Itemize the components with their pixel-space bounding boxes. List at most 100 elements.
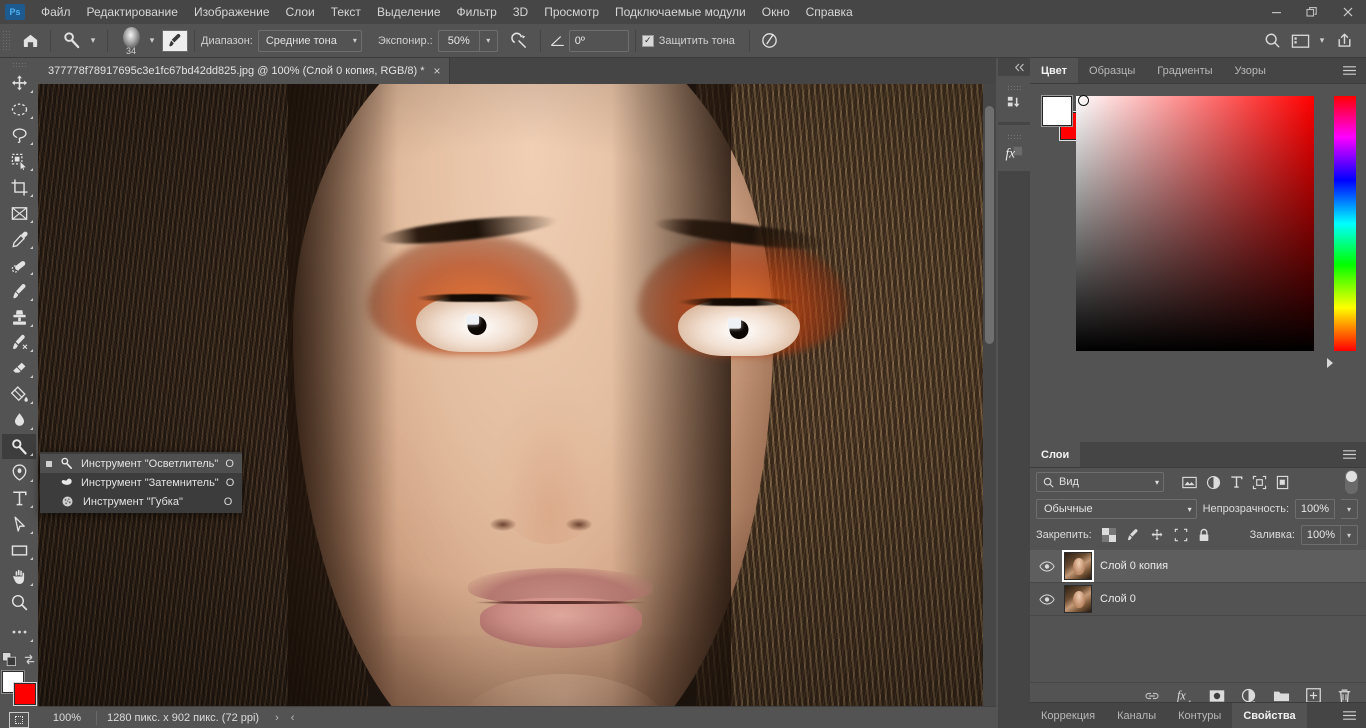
brush-size-preview[interactable]: 34 — [118, 26, 144, 56]
pixel-filter-icon[interactable] — [1182, 476, 1197, 489]
status-back-arrow[interactable]: ‹ — [285, 712, 301, 724]
menu-help[interactable]: Справка — [798, 0, 861, 24]
sidebar-item-lasso-tool[interactable] — [2, 123, 36, 148]
workspace-button[interactable] — [1286, 28, 1314, 54]
sidebar-item-blur-tool[interactable] — [2, 408, 36, 433]
tab-color[interactable]: Цвет — [1030, 58, 1078, 83]
layer-style-button[interactable]: fx — [1176, 688, 1193, 703]
layer-filter-toggle[interactable] — [1345, 470, 1358, 494]
color-panel-foreground-swatch[interactable] — [1042, 96, 1072, 126]
minimize-button[interactable] — [1258, 0, 1294, 24]
history-panel-button[interactable] — [998, 76, 1030, 122]
smart-object-filter-icon[interactable] — [1276, 475, 1290, 490]
menu-item-sponge-tool[interactable]: Инструмент "Губка" O — [40, 492, 242, 511]
menu-filter[interactable]: Фильтр — [449, 0, 505, 24]
layer-row-0[interactable]: Слой 0 копия — [1030, 550, 1366, 583]
blend-mode-select[interactable]: Обычные ▾ — [1036, 499, 1197, 519]
menu-plugins[interactable]: Подключаемые модули — [607, 0, 754, 24]
home-button[interactable] — [16, 28, 44, 54]
layer-name[interactable]: Слой 0 — [1100, 593, 1136, 605]
menu-view[interactable]: Просмотр — [536, 0, 607, 24]
add-layer-mask-button[interactable] — [1209, 689, 1225, 703]
tool-preset-chevron[interactable]: ▾ — [85, 30, 101, 52]
status-forward-arrow[interactable]: › — [269, 712, 285, 724]
document-close-icon[interactable]: × — [434, 65, 441, 77]
layer-name[interactable]: Слой 0 копия — [1100, 560, 1168, 572]
layers-panel-menu-button[interactable] — [1333, 442, 1366, 467]
styles-panel-button[interactable]: fx — [998, 125, 1030, 171]
sidebar-item-dodge-tool[interactable] — [2, 434, 36, 459]
sidebar-item-path-selection-tool[interactable] — [2, 512, 36, 537]
protect-tones-row[interactable]: ✓ Защитить тона — [642, 35, 735, 47]
new-layer-button[interactable] — [1306, 688, 1321, 703]
workspace-chevron[interactable]: ▾ — [1314, 30, 1330, 52]
canvas-vertical-scrollbar[interactable] — [983, 84, 996, 706]
layer-row-1[interactable]: Слой 0 — [1030, 583, 1366, 616]
angle-input[interactable]: 0º — [569, 30, 629, 52]
tab-adjustments[interactable]: Коррекция — [1030, 703, 1106, 728]
lock-artboard-icon[interactable] — [1174, 528, 1188, 542]
layer-filter-select[interactable]: Вид ▾ — [1036, 472, 1164, 492]
tab-patterns[interactable]: Узоры — [1224, 58, 1277, 83]
tablet-pressure-button[interactable] — [756, 28, 784, 54]
new-group-button[interactable] — [1273, 689, 1290, 703]
menu-window[interactable]: Окно — [754, 0, 798, 24]
link-layers-button[interactable] — [1144, 690, 1160, 702]
swap-colors-button[interactable] — [23, 653, 36, 666]
canvas-area[interactable] — [38, 84, 996, 706]
menu-item-dodge-tool[interactable]: Инструмент "Осветлитель" O — [40, 454, 242, 473]
type-filter-icon[interactable] — [1230, 475, 1243, 489]
tab-swatches[interactable]: Образцы — [1078, 58, 1146, 83]
exposure-stepper[interactable]: ▾ — [480, 30, 498, 52]
zoom-level[interactable]: 100% — [38, 712, 96, 724]
range-select[interactable]: Средние тона ▾ — [258, 30, 362, 52]
layer-visibility-toggle[interactable] — [1038, 594, 1056, 605]
sidebar-item-healing-brush-tool[interactable] — [2, 253, 36, 278]
default-colors-button[interactable] — [2, 652, 17, 667]
lock-image-icon[interactable] — [1126, 528, 1140, 542]
tab-properties[interactable]: Свойства — [1232, 703, 1306, 728]
share-button[interactable] — [1330, 28, 1358, 54]
shape-filter-icon[interactable] — [1252, 475, 1267, 490]
menu-text[interactable]: Текст — [323, 0, 369, 24]
menu-item-burn-tool[interactable]: Инструмент "Затемнитель" O — [40, 473, 242, 492]
sidebar-item-pen-tool[interactable] — [2, 460, 36, 485]
sidebar-item-zoom-tool[interactable] — [2, 590, 36, 615]
sidebar-item-edit-toolbar[interactable] — [2, 620, 36, 645]
background-color-swatch[interactable] — [14, 683, 36, 705]
sidebar-item-quick-selection-tool[interactable] — [2, 149, 36, 174]
sidebar-item-history-brush-tool[interactable] — [2, 331, 36, 356]
menu-image[interactable]: Изображение — [186, 0, 278, 24]
color-field[interactable] — [1076, 96, 1314, 351]
brush-settings-button[interactable] — [162, 30, 188, 52]
options-bar-grip[interactable] — [2, 30, 10, 52]
fill-stepper[interactable]: ▾ — [1341, 525, 1358, 545]
sidebar-item-move-tool[interactable] — [2, 71, 36, 96]
adjustment-filter-icon[interactable] — [1206, 475, 1221, 490]
menu-edit[interactable]: Редактирование — [79, 0, 186, 24]
opacity-stepper[interactable]: ▾ — [1341, 499, 1358, 519]
airbrush-button[interactable] — [506, 28, 534, 54]
protect-tones-checkbox[interactable]: ✓ — [642, 35, 654, 47]
toolbar-grip[interactable] — [12, 62, 26, 69]
sidebar-item-marquee-tool[interactable] — [2, 97, 36, 122]
close-button[interactable] — [1330, 0, 1366, 24]
bottom-panel-menu-button[interactable] — [1333, 703, 1366, 728]
sidebar-item-gradient-tool[interactable] — [2, 382, 36, 407]
sidebar-item-rectangle-tool[interactable] — [2, 538, 36, 563]
sidebar-item-clone-stamp-tool[interactable] — [2, 305, 36, 330]
layer-visibility-toggle[interactable] — [1038, 561, 1056, 572]
menu-select[interactable]: Выделение — [369, 0, 449, 24]
sidebar-item-brush-tool[interactable] — [2, 279, 36, 304]
quick-mask-button[interactable] — [9, 712, 29, 728]
layer-thumbnail[interactable] — [1064, 585, 1092, 613]
tab-channels[interactable]: Каналы — [1106, 703, 1167, 728]
canvas-vertical-scroll-thumb[interactable] — [985, 106, 994, 344]
sidebar-item-frame-tool[interactable] — [2, 201, 36, 226]
menu-3d[interactable]: 3D — [505, 0, 536, 24]
color-field-marker[interactable] — [1078, 95, 1089, 106]
menu-file[interactable]: Файл — [33, 0, 79, 24]
fill-value[interactable]: 100% — [1301, 525, 1341, 545]
hue-slider-marker[interactable] — [1327, 358, 1333, 368]
brush-preset-chevron[interactable]: ▾ — [144, 30, 160, 52]
